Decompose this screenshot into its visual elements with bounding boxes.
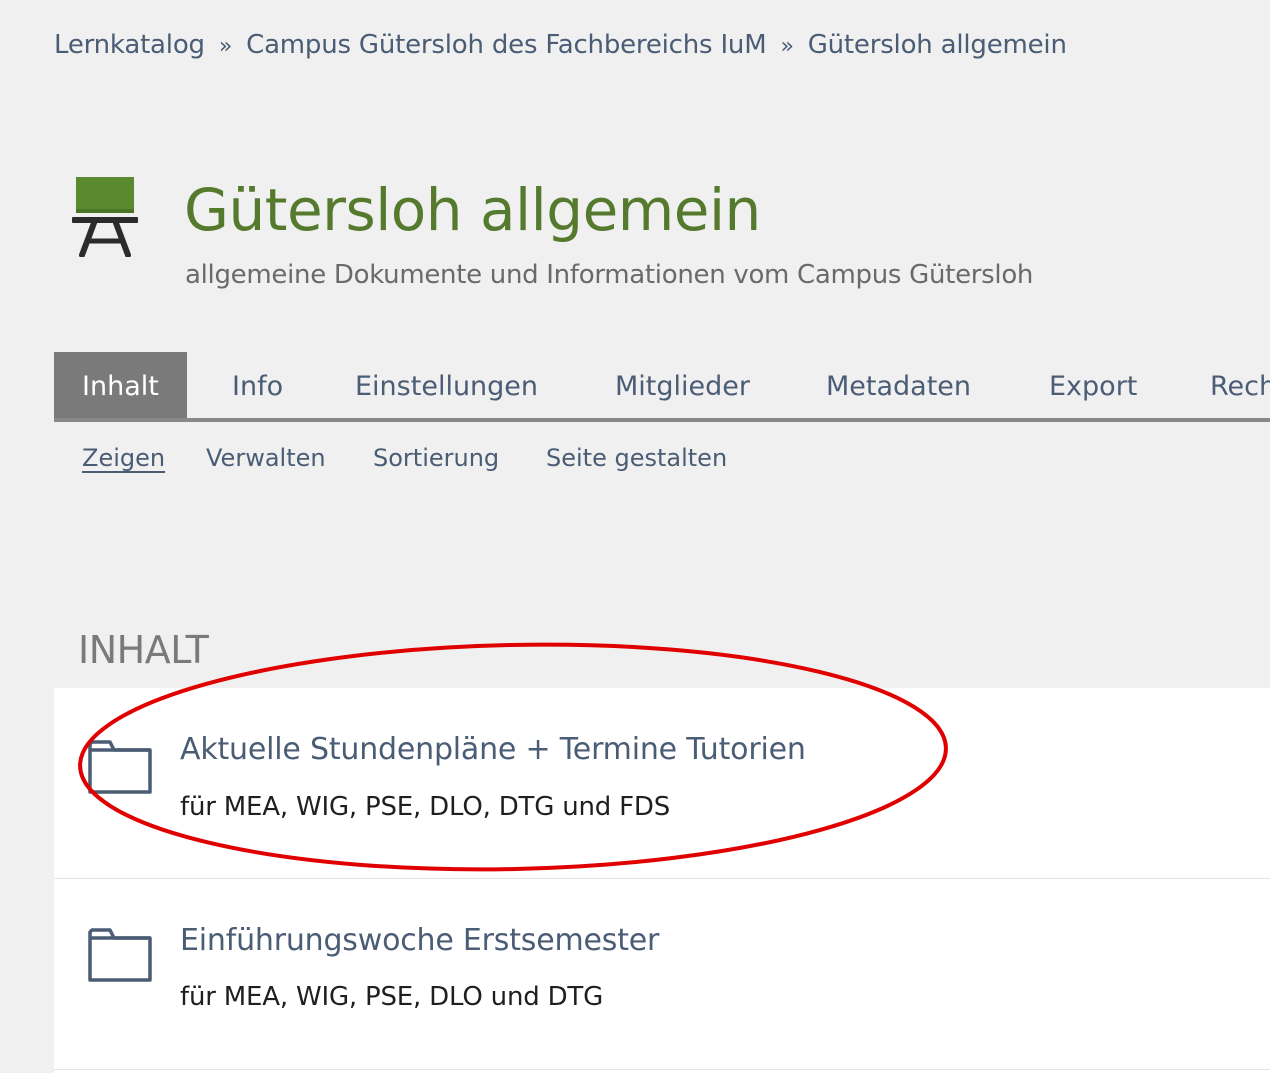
breadcrumb-guetersloh-allgemein[interactable]: Gütersloh allgemein: [808, 30, 1067, 60]
tab-info[interactable]: Info: [232, 352, 283, 418]
list-item-einfuehrungswoche[interactable]: Einführungswoche Erstsemester für MEA, W…: [54, 879, 1270, 1070]
breadcrumb-separator: »: [780, 34, 794, 59]
course-board-icon: [72, 177, 138, 258]
tab-einstellungen[interactable]: Einstellungen: [355, 352, 538, 418]
tab-rechte[interactable]: Rech: [1210, 352, 1270, 418]
tab-metadaten[interactable]: Metadaten: [826, 352, 971, 418]
breadcrumb-lernkatalog[interactable]: Lernkatalog: [54, 30, 205, 60]
subtab-verwalten[interactable]: Verwalten: [206, 444, 326, 472]
breadcrumb: Lernkatalog » Campus Gütersloh des Fachber…: [54, 30, 1067, 60]
content-section-heading: INHALT: [78, 628, 209, 672]
item-title[interactable]: Aktuelle Stundenpläne + Termine Tutorien: [180, 732, 806, 767]
subtab-sortierung[interactable]: Sortierung: [373, 444, 499, 472]
page-description: allgemeine Dokumente und Informationen v…: [185, 260, 1034, 290]
item-description: für MEA, WIG, PSE, DLO und DTG: [180, 982, 604, 1012]
item-title[interactable]: Einführungswoche Erstsemester: [180, 923, 659, 958]
subtab-zeigen[interactable]: Zeigen: [82, 444, 165, 472]
tab-inhalt[interactable]: Inhalt: [54, 352, 187, 418]
folder-icon: [88, 926, 152, 982]
item-description: für MEA, WIG, PSE, DLO, DTG und FDS: [180, 792, 671, 822]
breadcrumb-campus-guetersloh[interactable]: Campus Gütersloh des Fachbereichs IuM: [246, 30, 767, 60]
subtab-seite-gestalten[interactable]: Seite gestalten: [546, 444, 727, 472]
content-list: Aktuelle Stundenpläne + Termine Tutorien…: [54, 688, 1270, 1073]
tab-mitglieder[interactable]: Mitglieder: [615, 352, 750, 418]
page-title: Gütersloh allgemein: [184, 176, 761, 244]
breadcrumb-separator: »: [218, 34, 233, 59]
folder-icon: [88, 738, 152, 794]
main-tabs: Inhalt Info Einstellungen Mitglieder Met…: [54, 352, 1270, 422]
tab-export[interactable]: Export: [1049, 352, 1137, 418]
list-item-stundenplaene[interactable]: Aktuelle Stundenpläne + Termine Tutorien…: [54, 688, 1270, 879]
